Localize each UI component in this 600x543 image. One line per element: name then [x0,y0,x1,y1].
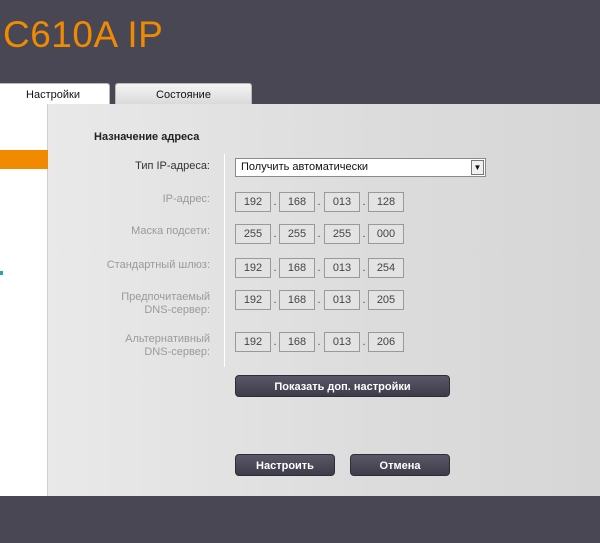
octet-separator: . [273,262,277,274]
main-area: Назначение адреса Тип IP-адреса: Получит… [0,104,600,496]
gateway-octet-1[interactable]: 192 [235,258,271,278]
preferred-dns-octet-1[interactable]: 192 [235,290,271,310]
preferred-dns-label: Предпочитаемый DNS-сервер: [48,291,210,317]
alternate-dns-octet-1[interactable]: 192 [235,332,271,352]
octet-separator: . [362,262,366,274]
subnet-mask-octet-3[interactable]: 255 [324,224,360,244]
ip-address-octet-2[interactable]: 168 [279,192,315,212]
ip-address-octet-4[interactable]: 128 [368,192,404,212]
column-divider [224,154,225,367]
alternate-dns-octet-4[interactable]: 206 [368,332,404,352]
preferred-dns-label-line1: Предпочитаемый [121,291,210,303]
sidebar-marker [0,271,3,275]
subnet-mask-octet-1[interactable]: 255 [235,224,271,244]
ip-address-octet-3[interactable]: 013 [324,192,360,212]
alternate-dns-label-line2: DNS-сервер: [144,346,210,358]
octet-separator: . [362,294,366,306]
octet-separator: . [317,262,321,274]
show-advanced-button[interactable]: Показать доп. настройки [235,375,450,397]
alternate-dns-octet-3[interactable]: 013 [324,332,360,352]
ip-address-label: IP-адрес: [162,193,210,205]
subnet-mask-octet-2[interactable]: 255 [279,224,315,244]
ip-address-octet-1[interactable]: 192 [235,192,271,212]
alternate-dns-octet-2[interactable]: 168 [279,332,315,352]
tab-bar: Настройки Состояние [0,83,600,105]
subnet-mask-label: Маска подсети: [131,225,210,237]
preferred-dns-label-line2: DNS-сервер: [144,304,210,316]
octet-separator: . [362,228,366,240]
gateway-octet-4[interactable]: 254 [368,258,404,278]
subnet-mask-octet-4[interactable]: 000 [368,224,404,244]
preferred-dns-octet-4[interactable]: 205 [368,290,404,310]
footer-bar [0,496,600,543]
octet-separator: . [273,294,277,306]
octet-separator: . [362,196,366,208]
sidebar-item-active[interactable] [0,150,52,169]
cancel-button[interactable]: Отмена [350,454,450,476]
header-bar: C610A IP [0,0,600,83]
alternate-dns-label: Альтернативный DNS-сервер: [48,333,210,359]
preferred-dns-octet-3[interactable]: 013 [324,290,360,310]
section-title: Назначение адреса [94,131,200,143]
sidebar [0,104,52,496]
octet-separator: . [317,196,321,208]
apply-button[interactable]: Настроить [235,454,335,476]
gateway-octet-2[interactable]: 168 [279,258,315,278]
tab-status[interactable]: Состояние [115,83,252,104]
octet-separator: . [273,196,277,208]
ip-type-value: Получить автоматически [241,161,369,173]
chevron-down-icon[interactable]: ▼ [471,160,484,175]
settings-panel: Назначение адреса Тип IP-адреса: Получит… [48,104,600,496]
octet-separator: . [273,336,277,348]
octet-separator: . [317,294,321,306]
gateway-octet-3[interactable]: 013 [324,258,360,278]
gateway-label: Стандартный шлюз: [106,259,210,271]
ip-type-label: Тип IP-адреса: [135,160,210,172]
octet-separator: . [273,228,277,240]
product-title: C610A IP [3,14,164,55]
octet-separator: . [317,228,321,240]
ip-type-select[interactable]: Получить автоматически ▼ [235,158,486,177]
alternate-dns-label-line1: Альтернативный [125,333,210,345]
tab-settings[interactable]: Настройки [0,83,110,105]
octet-separator: . [362,336,366,348]
preferred-dns-octet-2[interactable]: 168 [279,290,315,310]
octet-separator: . [317,336,321,348]
